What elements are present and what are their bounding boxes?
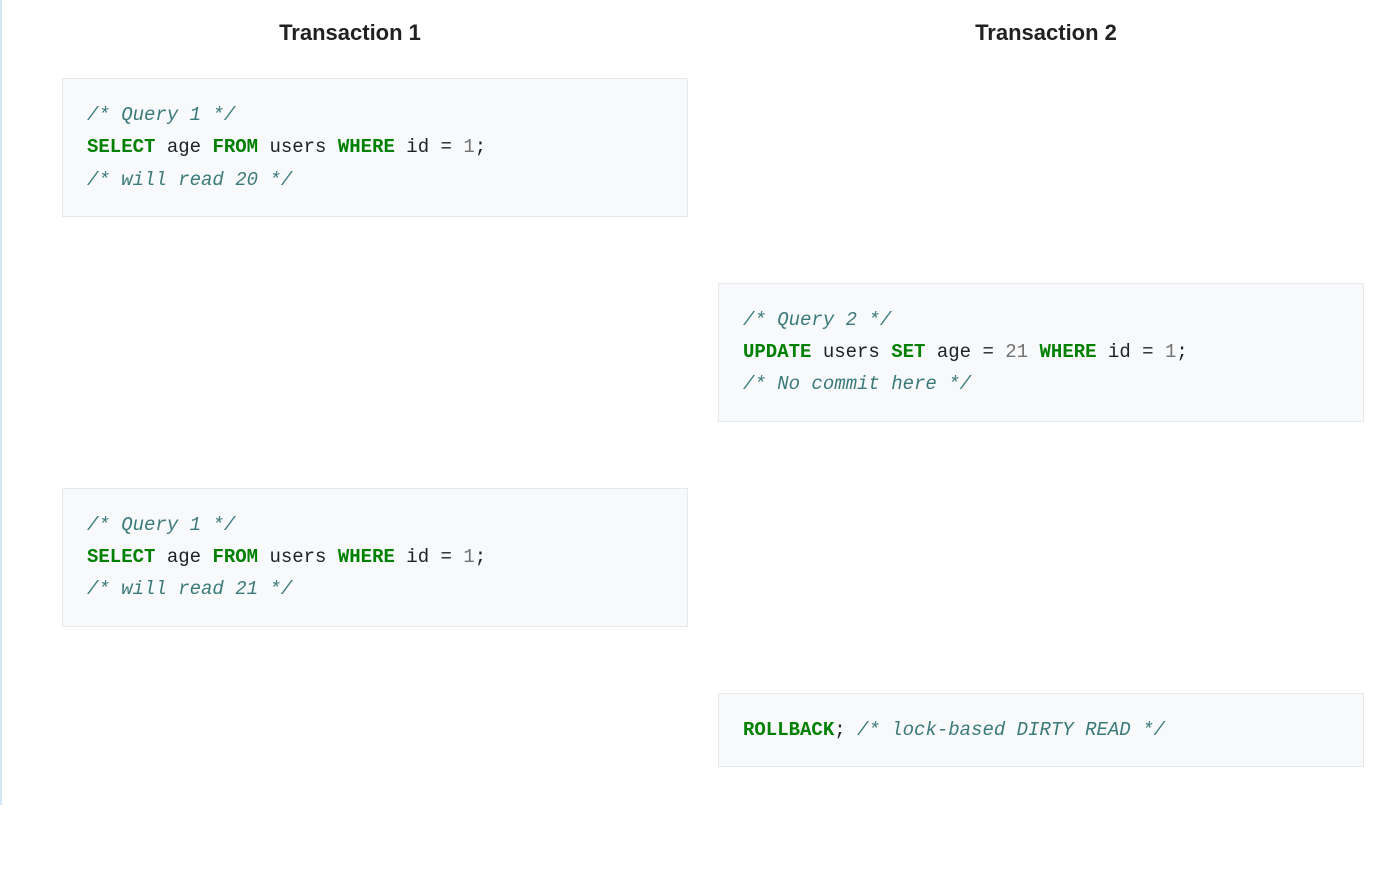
transaction-2-cell [698, 70, 1394, 225]
sql-keyword: WHERE [1040, 341, 1097, 363]
sql-number: 1 [463, 546, 474, 568]
sql-keyword: SELECT [87, 546, 155, 568]
sql-comment: /* No commit here */ [743, 373, 971, 395]
sql-keyword: UPDATE [743, 341, 811, 363]
spacer-cell [2, 430, 1394, 480]
table-row: ROLLBACK; /* lock-based DIRTY READ */ [2, 685, 1394, 775]
transaction-1-cell [2, 685, 698, 775]
document-page: Transaction 1 Transaction 2 /* Query 1 *… [0, 0, 1394, 805]
transaction-2-cell [698, 480, 1394, 635]
transaction-2-cell: /* Query 2 */ UPDATE users SET age = 21 … [698, 275, 1394, 430]
table-row: /* Query 1 */ SELECT age FROM users WHER… [2, 480, 1394, 635]
sql-code-block: ROLLBACK; /* lock-based DIRTY READ */ [718, 693, 1364, 767]
sql-keyword: WHERE [338, 546, 395, 568]
table-row: /* Query 2 */ UPDATE users SET age = 21 … [2, 275, 1394, 430]
sql-keyword: FROM [212, 546, 258, 568]
sql-comment: /* Query 1 */ [87, 514, 235, 536]
sql-code-block: /* Query 1 */ SELECT age FROM users WHER… [62, 78, 688, 217]
sql-keyword: ROLLBACK [743, 719, 834, 741]
table-row: /* Query 1 */ SELECT age FROM users WHER… [2, 70, 1394, 225]
spacer-cell [2, 635, 1394, 685]
transaction-1-cell: /* Query 1 */ SELECT age FROM users WHER… [2, 70, 698, 225]
transaction-1-cell: /* Query 1 */ SELECT age FROM users WHER… [2, 480, 698, 635]
sql-keyword: WHERE [338, 136, 395, 158]
transaction-2-cell: ROLLBACK; /* lock-based DIRTY READ */ [698, 685, 1394, 775]
column-header-2: Transaction 2 [698, 0, 1394, 70]
table-row [2, 635, 1394, 685]
sql-number: 1 [1165, 341, 1176, 363]
sql-code-block: /* Query 1 */ SELECT age FROM users WHER… [62, 488, 688, 627]
sql-comment: /* will read 21 */ [87, 578, 292, 600]
transaction-table: Transaction 1 Transaction 2 /* Query 1 *… [2, 0, 1394, 775]
column-header-1: Transaction 1 [2, 0, 698, 70]
sql-keyword: SET [891, 341, 925, 363]
sql-comment: /* will read 20 */ [87, 169, 292, 191]
transaction-1-cell [2, 275, 698, 430]
sql-comment: /* Query 1 */ [87, 104, 235, 126]
spacer-cell [2, 225, 1394, 275]
sql-keyword: FROM [212, 136, 258, 158]
sql-comment: /* Query 2 */ [743, 309, 891, 331]
table-row [2, 225, 1394, 275]
table-row [2, 430, 1394, 480]
sql-keyword: SELECT [87, 136, 155, 158]
sql-comment: /* lock-based DIRTY READ */ [857, 719, 1165, 741]
sql-number: 21 [1005, 341, 1028, 363]
sql-number: 1 [463, 136, 474, 158]
sql-code-block: /* Query 2 */ UPDATE users SET age = 21 … [718, 283, 1364, 422]
